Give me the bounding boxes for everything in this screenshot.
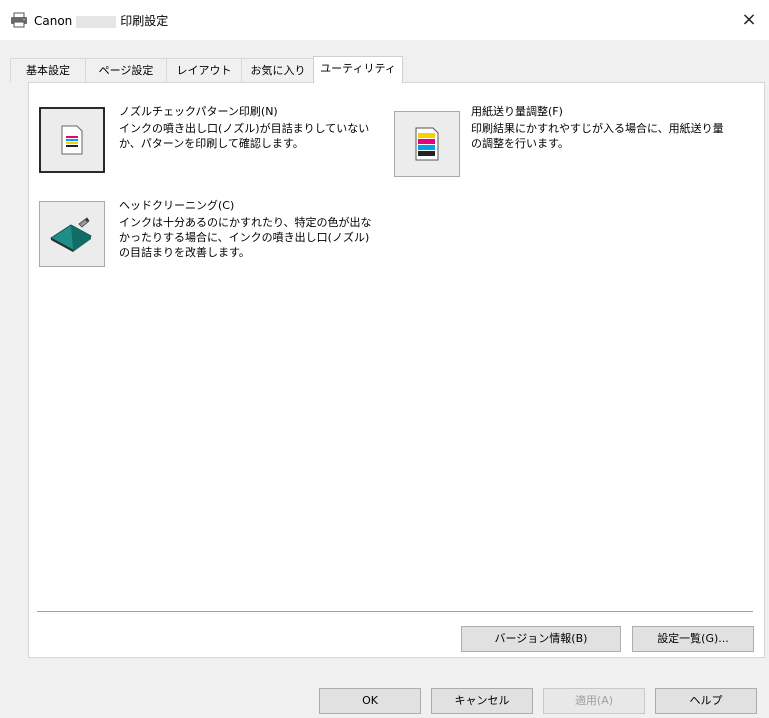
window-title: Canon 印刷設定: [34, 14, 169, 28]
nozzle-check-description: インクの噴き出し口(ノズル)が目詰まりしていないか、パターンを印刷して確認します…: [119, 122, 370, 150]
paper-feed-adjust-button[interactable]: [394, 111, 460, 177]
paper-feed-icon: [415, 127, 439, 161]
title-bar: Canon 印刷設定 ×: [0, 0, 769, 41]
close-button[interactable]: ×: [729, 0, 769, 40]
nozzle-check-title: ノズルチェックパターン印刷(N): [119, 105, 278, 118]
tab-basic-settings[interactable]: 基本設定: [10, 58, 86, 82]
nozzle-check-button[interactable]: [39, 107, 105, 173]
apply-button[interactable]: 適用(A): [543, 688, 645, 714]
paper-feed-title: 用紙送り量調整(F): [471, 105, 563, 118]
printer-icon: [10, 12, 28, 28]
tab-favorites[interactable]: お気に入り: [241, 58, 315, 82]
version-info-button[interactable]: バージョン情報(B): [461, 626, 621, 652]
tab-utility[interactable]: ユーティリティ: [313, 56, 403, 83]
tab-page-settings[interactable]: ページ設定: [85, 58, 167, 82]
redacted-model-name: [76, 15, 117, 28]
tab-layout[interactable]: レイアウト: [166, 58, 242, 82]
head-cleaning-title: ヘッドクリーニング(C): [119, 199, 235, 212]
print-head-cleaning-icon: [50, 217, 92, 252]
divider: [37, 611, 753, 612]
ok-button[interactable]: OK: [319, 688, 421, 714]
utility-panel: ノズルチェックパターン印刷(N) インクの噴き出し口(ノズル)が目詰まりしていな…: [28, 82, 765, 658]
head-cleaning-description: インクは十分あるのにかすれたり、特定の色が出なかったりする場合に、インクの噴き出…: [119, 216, 372, 259]
head-cleaning-button[interactable]: [39, 201, 105, 267]
settings-list-button[interactable]: 設定一覧(G)...: [632, 626, 754, 652]
help-button[interactable]: ヘルプ: [655, 688, 757, 714]
nozzle-pattern-icon: [61, 125, 83, 155]
paper-feed-description: 印刷結果にかすれやすじが入る場合に、用紙送り量の調整を行います。: [471, 122, 724, 150]
cancel-button[interactable]: キャンセル: [431, 688, 533, 714]
